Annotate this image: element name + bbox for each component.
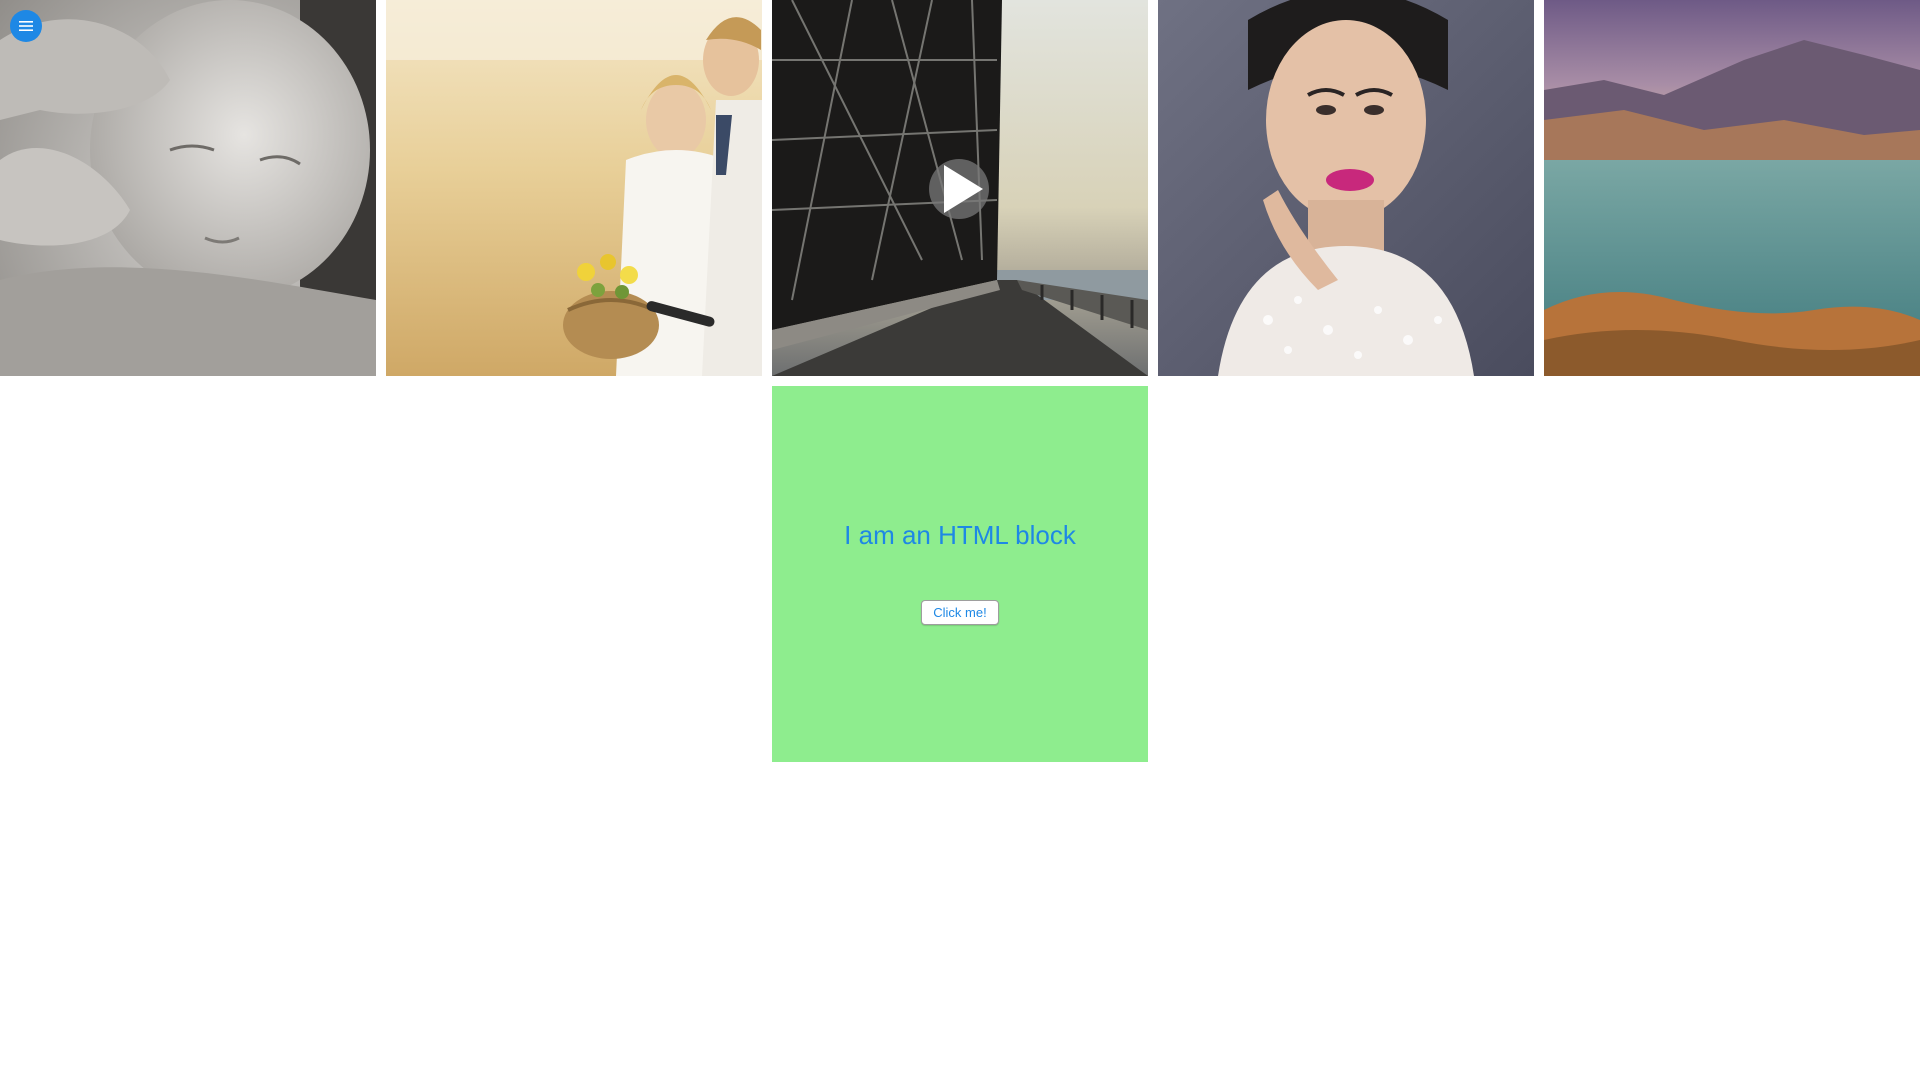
play-icon xyxy=(944,165,983,213)
play-button[interactable] xyxy=(929,159,989,219)
lake-photo xyxy=(1544,0,1920,376)
image-gallery xyxy=(0,0,1920,376)
gallery-item-lake[interactable] xyxy=(1544,0,1920,376)
gallery-item-baby[interactable] xyxy=(0,0,376,376)
page: I am an HTML block Click me! xyxy=(0,0,1920,1080)
hamburger-menu-icon xyxy=(19,21,33,31)
html-block-heading: I am an HTML block xyxy=(844,520,1076,550)
gallery-item-portrait[interactable] xyxy=(1158,0,1534,376)
wedding-photo xyxy=(386,0,762,376)
menu-button[interactable] xyxy=(10,10,42,42)
gallery-item-bridge-video[interactable] xyxy=(772,0,1148,376)
baby-photo xyxy=(0,0,376,376)
portrait-photo xyxy=(1158,0,1534,376)
html-block: I am an HTML block Click me! xyxy=(772,386,1148,762)
gallery-item-wedding[interactable] xyxy=(386,0,762,376)
click-me-button[interactable]: Click me! xyxy=(921,600,999,625)
